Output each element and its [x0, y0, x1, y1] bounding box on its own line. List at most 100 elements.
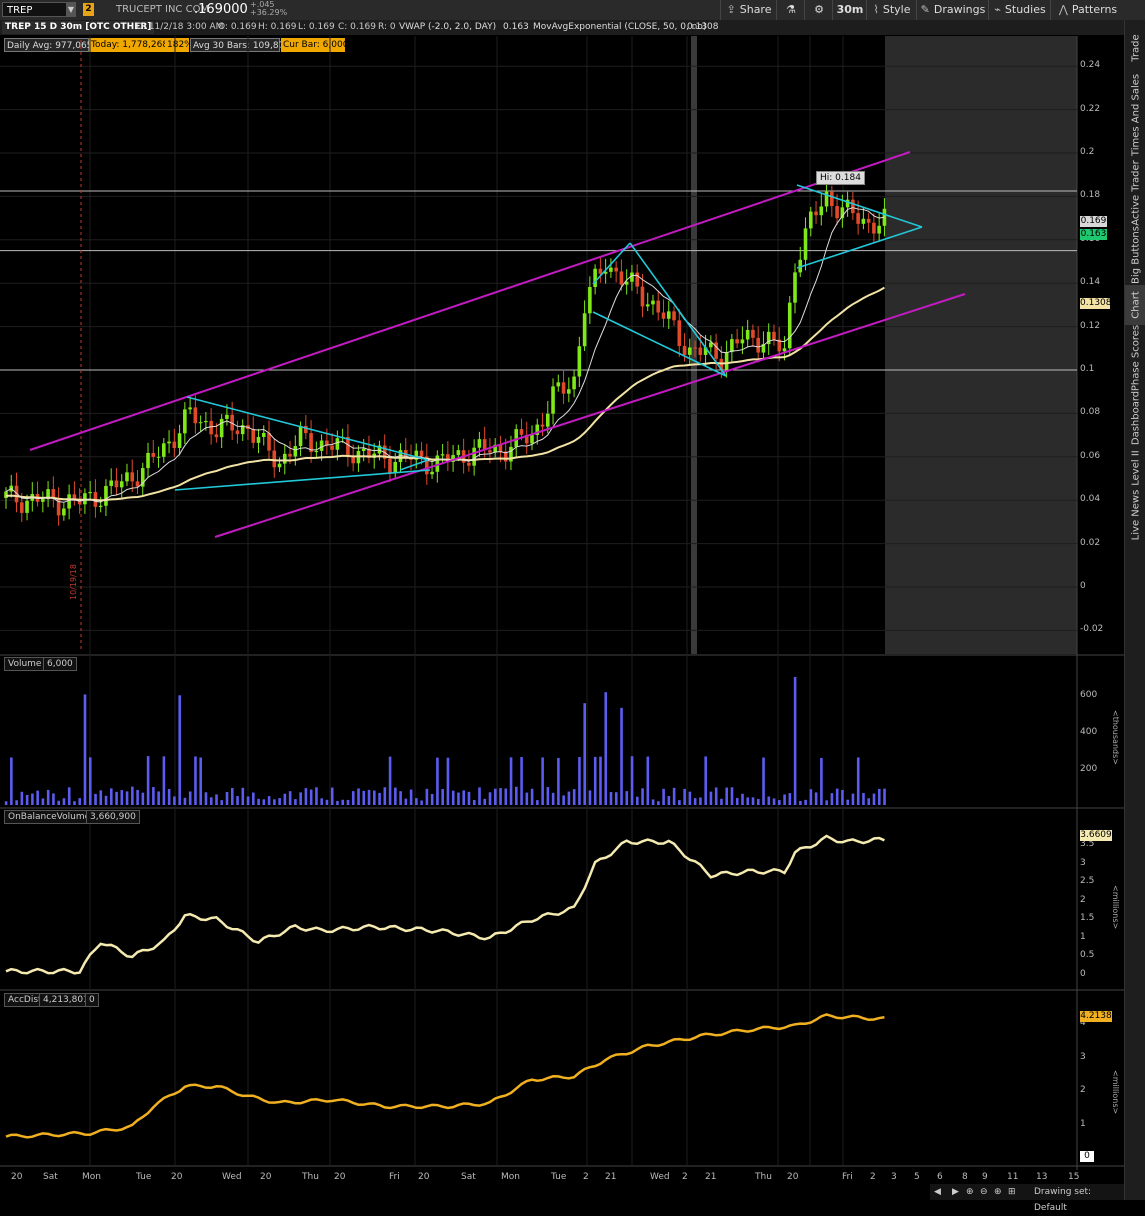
volume-bar: [162, 756, 166, 805]
candle-body: [356, 451, 361, 464]
price-axis-label: 0.12: [1080, 320, 1101, 331]
symbol-dropdown-icon[interactable]: ▼: [66, 3, 76, 16]
studies-button[interactable]: ⌁ Studies: [988, 0, 1051, 20]
obv-tag: 3.6609: [1080, 830, 1112, 841]
zoom-out-icon[interactable]: ⊖: [980, 1184, 988, 1200]
pattern-line: [796, 226, 923, 269]
time-axis-label: 15: [1068, 1172, 1080, 1182]
drawing-set[interactable]: Drawing set: Default: [1034, 1184, 1124, 1216]
volume-bar: [357, 788, 360, 805]
volume-bar: [273, 799, 276, 805]
style-button[interactable]: ⌇ Style: [866, 0, 917, 20]
candle-body: [9, 485, 14, 492]
volume-bar: [783, 794, 786, 805]
last-price: .169000: [194, 2, 248, 17]
volume-bar: [667, 796, 671, 805]
time-axis-label: Tue: [551, 1172, 567, 1182]
candle-body: [593, 268, 597, 288]
time-axis-label: 6: [937, 1172, 943, 1182]
settings-button[interactable]: ⚙: [804, 0, 833, 20]
time-axis-label: 2: [583, 1172, 589, 1182]
candle-body: [35, 494, 40, 502]
price-axis-label: 0.04: [1080, 494, 1101, 505]
candle-body: [403, 450, 408, 457]
share-button[interactable]: ⇪ Share: [720, 0, 777, 20]
time-axis-label: 2: [870, 1172, 876, 1182]
candle-body: [98, 505, 103, 507]
volume-bar: [94, 793, 97, 805]
time-axis-label: Tue: [136, 1172, 152, 1182]
volume-bar: [720, 798, 723, 805]
patterns-button[interactable]: ⋀ Patterns: [1050, 0, 1125, 20]
price-change: +.045 +36.29%: [250, 0, 288, 17]
candle-body: [67, 494, 71, 509]
time-axis-label: Thu: [755, 1172, 772, 1182]
scroll-right-icon[interactable]: ▶: [952, 1184, 959, 1200]
volume-bar: [399, 791, 402, 805]
volume-bar: [446, 757, 450, 805]
candle-body: [219, 418, 224, 438]
tab-active-trader[interactable]: Active Trader: [1125, 160, 1145, 226]
candle-body: [425, 456, 429, 475]
time-axis-label: Sat: [461, 1172, 476, 1182]
tab-dashboard[interactable]: Dashboard: [1125, 390, 1145, 445]
candle-body: [461, 450, 466, 463]
scroll-left-icon[interactable]: ◀: [934, 1184, 941, 1200]
link-group-badge[interactable]: 2: [83, 3, 94, 16]
chart-area[interactable]: [0, 0, 1124, 1200]
volume-bar: [215, 794, 218, 805]
tab-phase-scores[interactable]: Phase Scores: [1125, 324, 1145, 390]
tab-times-and-sales[interactable]: Times And Sales: [1125, 70, 1145, 160]
candle-body: [277, 463, 282, 468]
volume-bar: [430, 793, 434, 805]
candle-body: [193, 407, 198, 424]
volume-bar: [36, 790, 39, 805]
tab-live-news[interactable]: Live News: [1125, 490, 1145, 541]
volume-bar: [257, 798, 260, 805]
studies-icon: ⌁: [994, 3, 1001, 16]
candle-body: [172, 441, 177, 449]
channel-line: [214, 293, 966, 538]
volume-bar: [315, 787, 318, 805]
volume-bar: [188, 791, 192, 805]
ema-study-label[interactable]: MovAvgExponential (CLOSE, 50, 0, no): [530, 21, 709, 34]
tab-level-ii[interactable]: Level II: [1125, 445, 1145, 490]
volume-bar: [672, 787, 676, 805]
volume-bar: [614, 792, 618, 805]
volume-bar: [530, 788, 534, 805]
candle-body: [204, 420, 208, 423]
obv-unit: <millions>: [1111, 885, 1120, 930]
chart-header: TREP 15 D 30m [OTC OTHER] D: 11/2/18 3:0…: [0, 20, 1145, 35]
timeframe-button[interactable]: 30m: [832, 0, 867, 20]
volume-bar: [830, 793, 834, 805]
crosshair-icon[interactable]: ⊕: [966, 1184, 974, 1200]
candle-body: [361, 448, 366, 452]
tab-chart[interactable]: Chart: [1125, 285, 1145, 325]
tab-trade[interactable]: Trade: [1125, 25, 1145, 70]
fit-icon[interactable]: ⊞: [1008, 1184, 1016, 1200]
tab-big-buttons[interactable]: Big Buttons: [1125, 225, 1145, 285]
candle-body: [830, 191, 834, 207]
time-axis-label: 5: [914, 1172, 920, 1182]
volume-bar: [735, 797, 739, 805]
today-volume-pct: 182%: [165, 38, 193, 52]
volume-bar: [472, 800, 476, 805]
time-axis-label: Mon: [501, 1172, 520, 1182]
volume-bar: [10, 757, 13, 805]
volume-bar: [756, 798, 760, 805]
volume-bar: [693, 798, 697, 805]
volume-bar: [730, 787, 734, 805]
volume-bar: [351, 791, 355, 805]
candle-body: [666, 311, 671, 319]
drawings-button[interactable]: ✎ Drawings: [916, 0, 989, 20]
symbol-input[interactable]: TREP: [2, 2, 76, 17]
volume-bar: [241, 787, 245, 805]
volume-bar: [362, 790, 366, 805]
volume-bar: [751, 797, 755, 805]
candle-body: [514, 429, 519, 447]
candle-body: [398, 450, 403, 462]
zoom-in-icon[interactable]: ⊕: [994, 1184, 1002, 1200]
candle-body: [661, 312, 666, 319]
vwap-study-label[interactable]: VWAP (-2.0, 2.0, DAY): [396, 21, 499, 34]
flask-button[interactable]: ⚗: [776, 0, 805, 20]
